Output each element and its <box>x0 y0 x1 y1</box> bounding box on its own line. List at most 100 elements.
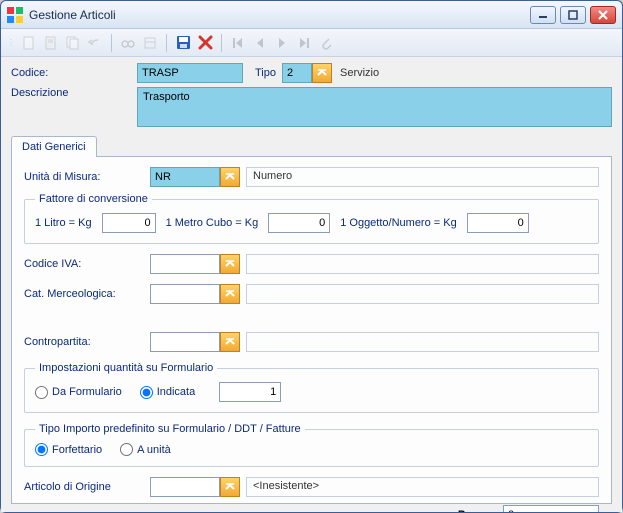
maximize-icon <box>568 10 578 20</box>
iva-lookup-button[interactable] <box>220 254 240 274</box>
next-icon <box>276 37 288 49</box>
indicata-value-input[interactable] <box>219 382 281 402</box>
radio-da-formulario[interactable]: Da Formulario <box>35 386 122 399</box>
filter-button[interactable] <box>140 33 160 53</box>
window-controls <box>530 6 616 24</box>
delete-button[interactable] <box>195 33 215 53</box>
radio-indicata[interactable]: Indicata <box>140 386 196 399</box>
metrocubo-input[interactable] <box>268 213 330 233</box>
iva-description <box>246 254 599 274</box>
contropartita-description <box>246 332 599 352</box>
paperclip-icon <box>319 36 333 50</box>
filter-icon <box>143 36 157 50</box>
iva-label: Codice IVA: <box>24 258 150 270</box>
codice-label: Codice: <box>11 67 137 79</box>
radio-indicata-input[interactable] <box>140 386 153 399</box>
contropartita-input[interactable] <box>150 332 220 352</box>
lookup-icon <box>224 481 236 493</box>
um-combo <box>150 167 240 187</box>
lookup-icon <box>224 288 236 300</box>
copy-button[interactable] <box>63 33 83 53</box>
last-icon <box>298 37 310 49</box>
radio-a-unita[interactable]: A unità <box>120 443 171 456</box>
contropartita-label: Contropartita: <box>24 336 150 348</box>
app-window: Gestione Articoli ⋮ <box>0 0 623 513</box>
contropartita-row: Contropartita: <box>24 332 599 352</box>
conversion-row: 1 Litro = Kg 1 Metro Cubo = Kg 1 Oggetto… <box>35 213 588 233</box>
art-origine-lookup-button[interactable] <box>220 477 240 497</box>
attachment-button[interactable] <box>316 33 336 53</box>
tab-body: Unità di Misura: Numero Fattore di conve… <box>11 156 612 504</box>
close-icon <box>598 10 608 20</box>
um-lookup-button[interactable] <box>220 167 240 187</box>
save-icon <box>176 35 191 50</box>
minimize-button[interactable] <box>530 6 556 24</box>
maximize-button[interactable] <box>560 6 586 24</box>
tab-dati-generici[interactable]: Dati Generici <box>11 136 97 157</box>
lookup-icon <box>224 258 236 270</box>
toolbar-grip: ⋮ <box>7 38 15 47</box>
metrocubo-label: 1 Metro Cubo = Kg <box>166 217 259 229</box>
um-input[interactable] <box>150 167 220 187</box>
lookup-icon <box>224 336 236 348</box>
tipo-lookup-button[interactable] <box>312 63 332 83</box>
radio-da-formulario-label: Da Formulario <box>52 386 122 398</box>
first-record-button[interactable] <box>228 33 248 53</box>
catmerc-lookup-button[interactable] <box>220 284 240 304</box>
radio-a-unita-label: A unità <box>137 444 171 456</box>
prev-icon <box>254 37 266 49</box>
radio-forfettario[interactable]: Forfettario <box>35 443 102 456</box>
titlebar: Gestione Articoli <box>1 1 622 29</box>
importo-radio-row: Forfettario A unità <box>35 443 588 456</box>
litro-input[interactable] <box>102 213 156 233</box>
descrizione-row: Descrizione Trasporto <box>11 87 612 127</box>
tipo-input[interactable] <box>282 63 312 83</box>
prezzo-row: Prezzo: <box>24 505 599 512</box>
um-label: Unità di Misura: <box>24 171 150 183</box>
undo-button[interactable] <box>85 33 105 53</box>
toolbar-separator <box>221 34 222 52</box>
last-record-button[interactable] <box>294 33 314 53</box>
catmerc-label: Cat. Merceologica: <box>24 288 150 300</box>
radio-a-unita-input[interactable] <box>120 443 133 456</box>
codice-input[interactable] <box>137 63 243 83</box>
delete-icon <box>198 35 213 50</box>
content-area: Codice: Tipo Servizio Descrizione Traspo… <box>1 57 622 512</box>
find-button[interactable] <box>118 33 138 53</box>
contropartita-lookup-button[interactable] <box>220 332 240 352</box>
radio-indicata-label: Indicata <box>157 386 196 398</box>
minimize-icon <box>538 10 548 20</box>
toolbar-separator <box>111 34 112 52</box>
open-button[interactable] <box>41 33 61 53</box>
next-record-button[interactable] <box>272 33 292 53</box>
close-button[interactable] <box>590 6 616 24</box>
radio-da-formulario-input[interactable] <box>35 386 48 399</box>
save-button[interactable] <box>173 33 193 53</box>
oggetto-input[interactable] <box>467 213 529 233</box>
toolbar-separator <box>166 34 167 52</box>
catmerc-row: Cat. Merceologica: <box>24 284 599 304</box>
codice-row: Codice: Tipo Servizio <box>11 63 612 83</box>
descrizione-value: Trasporto <box>143 91 190 103</box>
art-origine-row: Articolo di Origine <Inesistente> <box>24 477 599 497</box>
art-origine-description: <Inesistente> <box>246 477 599 497</box>
radio-forfettario-input[interactable] <box>35 443 48 456</box>
art-origine-label: Articolo di Origine <box>24 481 150 493</box>
tab-header: Dati Generici <box>11 135 612 156</box>
quantity-radio-row: Da Formulario Indicata <box>35 382 588 402</box>
catmerc-input[interactable] <box>150 284 220 304</box>
prezzo-input[interactable] <box>503 505 599 512</box>
app-icon <box>7 7 23 23</box>
prev-record-button[interactable] <box>250 33 270 53</box>
descrizione-input[interactable]: Trasporto <box>137 87 612 127</box>
lookup-icon <box>224 171 236 183</box>
lookup-icon <box>316 67 328 79</box>
iva-row: Codice IVA: <box>24 254 599 274</box>
iva-input[interactable] <box>150 254 220 274</box>
art-origine-input[interactable] <box>150 477 220 497</box>
conversion-group: Fattore di conversione 1 Litro = Kg 1 Me… <box>24 193 599 244</box>
undo-icon <box>88 36 102 50</box>
new-button[interactable] <box>19 33 39 53</box>
new-doc-icon <box>22 36 36 50</box>
tab-region: Dati Generici Unità di Misura: Numero <box>11 135 612 504</box>
